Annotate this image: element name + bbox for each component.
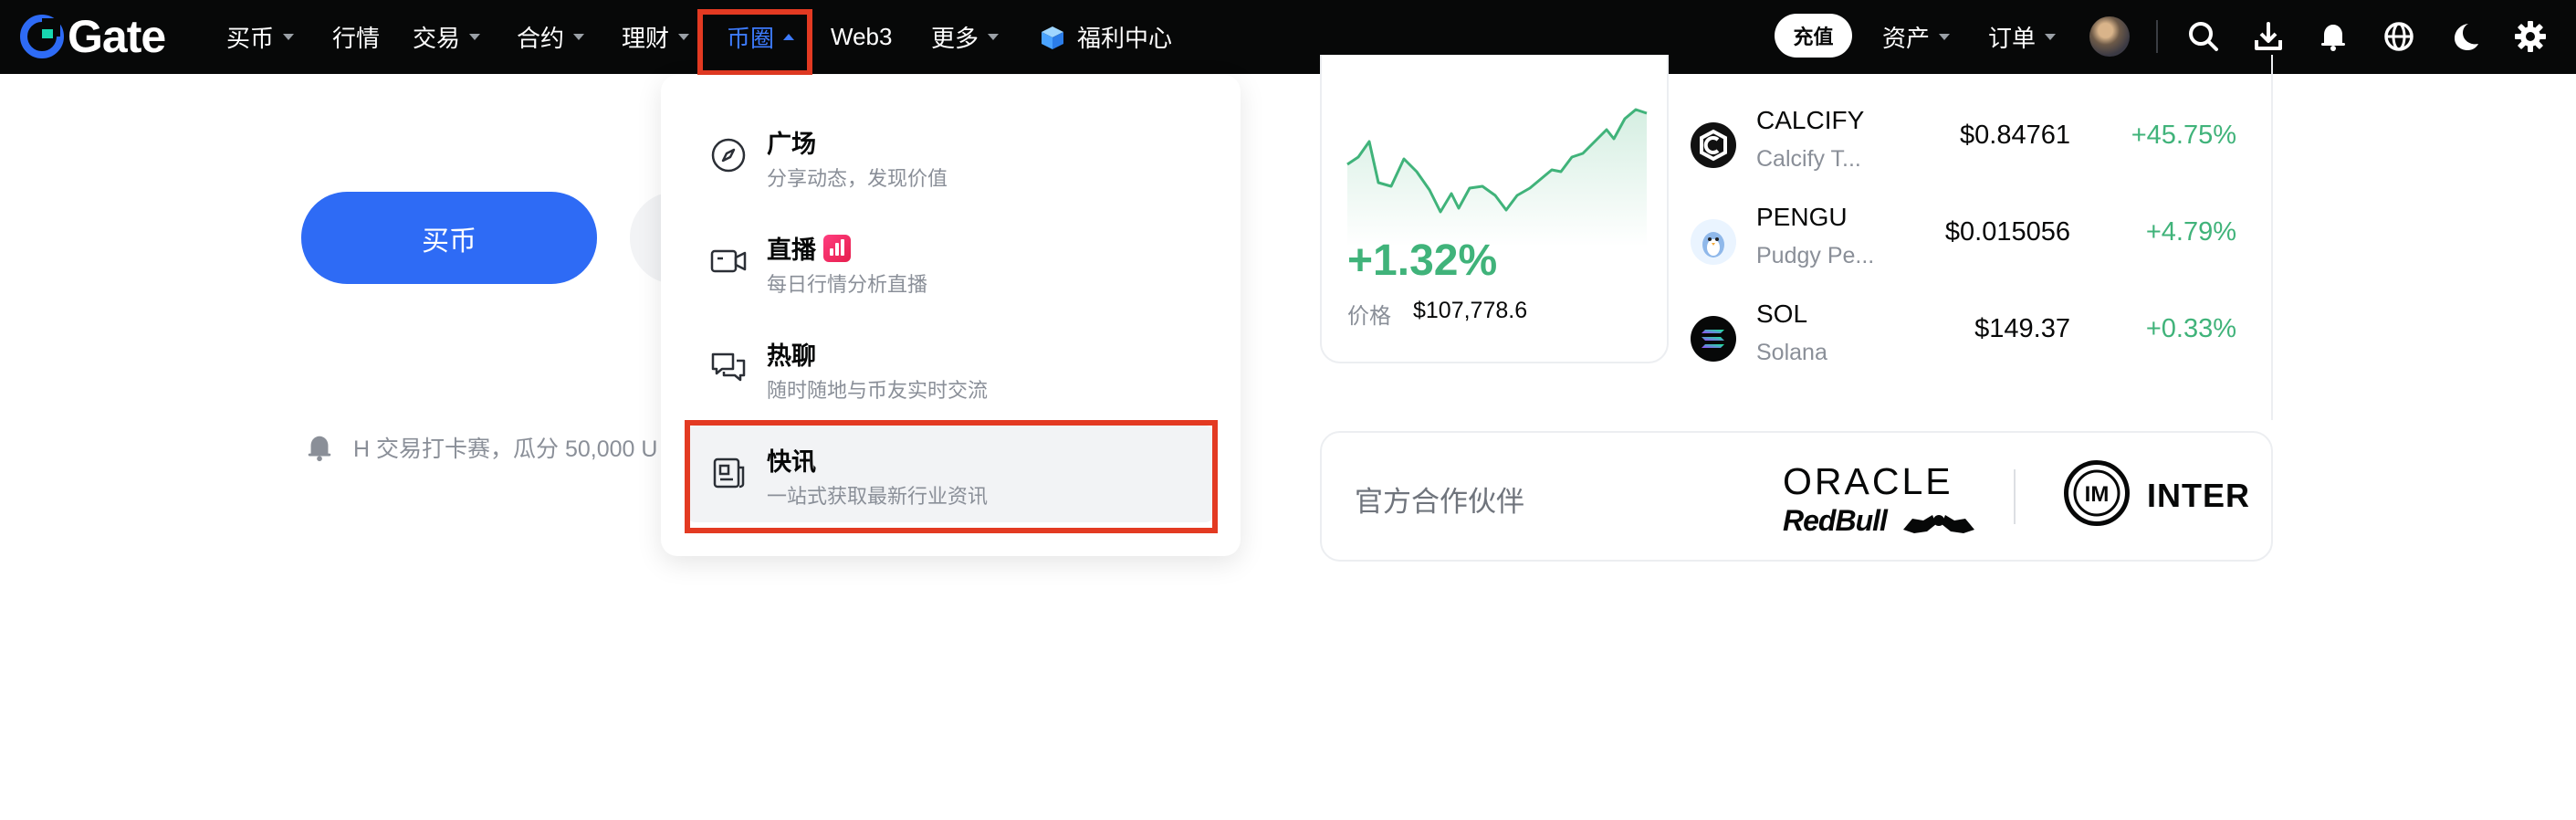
news-icon (708, 453, 749, 493)
pengu-logo-icon (1691, 219, 1736, 265)
dropdown-item-subtitle: 一站式获取最新行业资讯 (767, 485, 989, 508)
dropdown-item-title: 热聊 (767, 342, 816, 370)
nav-trade[interactable]: 交易 (413, 0, 481, 74)
dropdown-item-title: 直播 (767, 237, 816, 264)
chevron-down-icon (283, 34, 295, 40)
svg-text:IM: IM (2085, 482, 2110, 507)
coin-name: Solana (1756, 340, 1827, 365)
solana-logo-icon (1691, 316, 1736, 362)
dropdown-item-square[interactable]: 广场 分享动态，发现价值 (686, 108, 1214, 205)
chevron-down-icon (2045, 34, 2057, 40)
redbull-logo[interactable]: RedBull (1783, 504, 1978, 539)
nav-label: 更多 (931, 25, 979, 52)
gate-logo-icon (20, 15, 64, 58)
inter-text: INTER (2147, 477, 2250, 514)
oracle-logo[interactable]: ORACLE (1783, 460, 1953, 503)
nav-web3[interactable]: Web3 (831, 0, 892, 74)
deposit-button[interactable]: 充值 (1775, 14, 1852, 58)
chat-icon (708, 347, 749, 387)
announcement-bar[interactable]: H 交易打卡赛，瓜分 50,000 U (304, 429, 657, 466)
coin-change: +45.75% (2131, 121, 2236, 150)
nav-divider (2156, 20, 2158, 53)
coin-price: $149.37 (1974, 314, 2070, 343)
price-value: $107,778.6 (1413, 298, 1528, 323)
nav-label: 行情 (332, 25, 381, 52)
bulls-icon (1902, 514, 1974, 533)
coin-row-pengu[interactable]: PENGU Pudgy Pe... $0.015056 +4.79% (1689, 203, 2236, 285)
download-icon[interactable] (2248, 16, 2288, 57)
nav-label: 合约 (517, 25, 565, 52)
announcement-text: H 交易打卡赛，瓜分 50,000 U (353, 436, 658, 462)
nav-rewards-center[interactable]: 福利中心 (1039, 0, 1172, 74)
inter-logo-icon[interactable]: IM (2064, 460, 2130, 526)
coin-row-sol[interactable]: SOL Solana $149.37 +0.33% (1689, 300, 2236, 382)
coin-name: Pudgy Pe... (1756, 243, 1875, 268)
nav-label: 买币 (226, 25, 275, 52)
buy-crypto-button[interactable]: 买币 (301, 192, 597, 284)
coin-name: Calcify T... (1756, 146, 1861, 172)
search-icon[interactable] (2183, 16, 2224, 57)
coin-symbol: PENGU (1756, 203, 1848, 231)
dropdown-item-subtitle: 随时随地与币友实时交流 (767, 379, 989, 402)
page: Gate 买币 行情 交易 合约 理财 币圈 Web3 更多 福利中心 充值 资… (0, 0, 2576, 820)
dropdown-item-title: 快讯 (767, 448, 816, 476)
btc-change: +1.32% (1347, 237, 1498, 285)
nav-markets[interactable]: 行情 (332, 0, 380, 74)
dropdown-item-subtitle: 每日行情分析直播 (767, 273, 928, 296)
coin-change: +4.79% (2145, 217, 2236, 247)
partners-label: 官方合作伙伴 (1355, 486, 1524, 518)
compass-icon (708, 135, 749, 175)
nav-more[interactable]: 更多 (931, 0, 1000, 74)
nav-crypto-circle[interactable]: 币圈 (727, 0, 795, 74)
nav-label: 订单 (1988, 25, 2037, 52)
dropdown-item-news[interactable]: 快讯 一站式获取最新行业资讯 (686, 426, 1214, 522)
coin-price: $0.84761 (1960, 121, 2070, 150)
dropdown-item-subtitle: 分享动态，发现价值 (767, 167, 948, 190)
nav-label: 理财 (622, 25, 670, 52)
chevron-down-icon (678, 34, 690, 40)
coin-price: $0.015056 (1944, 217, 2070, 247)
bell-icon[interactable] (2313, 16, 2353, 57)
coin-symbol: SOL (1756, 300, 1808, 328)
chevron-down-icon (573, 34, 585, 40)
partners-divider (2014, 469, 2016, 524)
gift-box-icon (1042, 26, 1063, 49)
price-label: 价格 (1347, 304, 1391, 329)
avatar[interactable] (2089, 16, 2130, 57)
nav-label: 交易 (413, 25, 461, 52)
crypto-circle-dropdown: 广场 分享动态，发现价值 直播 每日行情分析直播 热聊 随时随地与币友实时交流 (661, 75, 1241, 556)
nav-label: 币圈 (727, 25, 775, 52)
globe-icon[interactable] (2379, 16, 2419, 57)
nav-futures[interactable]: 合约 (517, 0, 585, 74)
bell-icon (308, 436, 331, 462)
dropdown-item-title-wrap: 直播 (767, 230, 851, 266)
logo-text: Gate (68, 11, 166, 62)
nav-label: 资产 (1882, 25, 1931, 52)
calcify-logo-icon (1691, 122, 1736, 168)
partners-card: 官方合作伙伴 ORACLE RedBull IM INTER (1320, 431, 2273, 562)
nav-buy-crypto[interactable]: 买币 (226, 0, 295, 74)
coin-row-calcify[interactable]: CALCIFY Calcify T... $0.84761 +45.75% (1689, 106, 2236, 188)
gear-icon[interactable] (2510, 16, 2550, 57)
video-icon (708, 241, 749, 281)
coin-change: +0.33% (2145, 314, 2236, 343)
chevron-down-icon (469, 34, 481, 40)
redbull-text: RedBull (1783, 504, 1888, 537)
dropdown-item-live[interactable]: 直播 每日行情分析直播 (686, 214, 1214, 310)
dropdown-item-title: 广场 (767, 131, 816, 158)
coin-symbol: CALCIFY (1756, 106, 1865, 134)
chevron-down-icon (1939, 34, 1951, 40)
moon-icon[interactable] (2445, 16, 2485, 57)
gate-logo[interactable]: Gate (20, 9, 166, 64)
chevron-up-icon (783, 34, 795, 40)
chevron-down-icon (988, 34, 1000, 40)
nav-earn[interactable]: 理财 (622, 0, 690, 74)
live-chart-badge-icon (823, 234, 851, 262)
nav-label: Web3 (831, 23, 893, 50)
nav-label: 福利中心 (1077, 25, 1173, 52)
dropdown-item-chat[interactable]: 热聊 随时随地与币友实时交流 (686, 320, 1214, 416)
